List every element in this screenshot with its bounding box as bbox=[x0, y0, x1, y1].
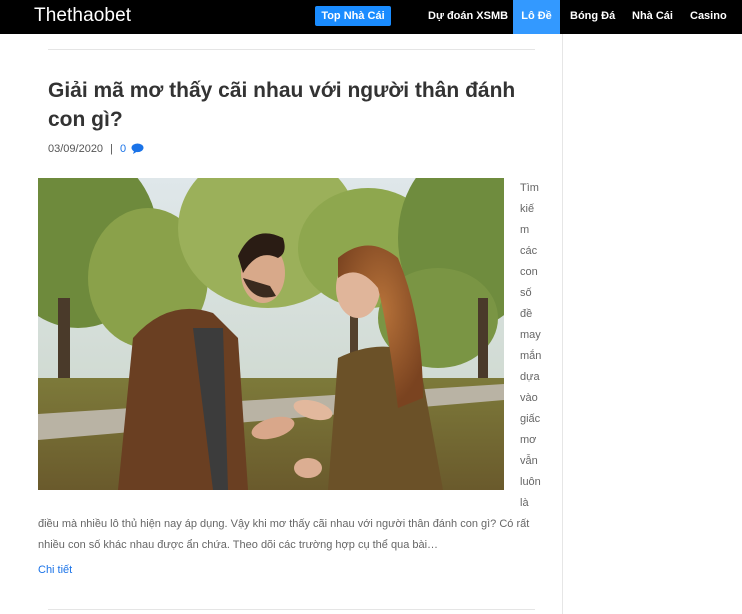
article-divider-top bbox=[48, 49, 535, 50]
article-excerpt: điều mà nhiều lô thủ hiện nay áp dụng. V… bbox=[38, 518, 530, 551]
excerpt-word: dựa bbox=[520, 371, 540, 383]
nav-item-casino[interactable]: Casino bbox=[690, 0, 727, 34]
site-logo[interactable]: Thethaobet bbox=[34, 5, 131, 27]
nav-item-nha-cai[interactable]: Nhà Cái bbox=[632, 0, 673, 34]
comment-count: 0 bbox=[120, 143, 127, 155]
excerpt-word: mơ bbox=[520, 434, 537, 446]
excerpt-word: vào bbox=[520, 392, 538, 404]
excerpt-word: may bbox=[520, 329, 541, 341]
article-meta: 03/09/2020 | 0 bbox=[48, 143, 144, 155]
excerpt-word: số bbox=[520, 287, 532, 299]
excerpt-word: con bbox=[520, 266, 538, 278]
article-divider-bottom bbox=[48, 609, 535, 610]
excerpt-word: các bbox=[520, 245, 538, 257]
excerpt-word: kiế bbox=[520, 203, 535, 215]
excerpt-word: là bbox=[520, 497, 529, 509]
excerpt-word: mắn bbox=[520, 350, 542, 362]
comment-bubble-icon bbox=[131, 143, 144, 154]
meta-separator: | bbox=[110, 143, 113, 155]
excerpt-word: vẫn bbox=[520, 455, 538, 467]
excerpt-word: Tìm bbox=[520, 182, 539, 194]
article-date: 03/09/2020 bbox=[48, 143, 104, 155]
article-title[interactable]: Giải mã mơ thấy cãi nhau với người thân … bbox=[48, 76, 548, 134]
couple-arguing-photo bbox=[38, 178, 504, 490]
excerpt-word: luôn bbox=[520, 476, 541, 488]
comment-link[interactable]: 0 bbox=[120, 143, 144, 155]
nav-item-bong-da[interactable]: Bóng Đá bbox=[570, 0, 615, 34]
nav-item-du-doan-xsmb[interactable]: Dự đoán XSMB bbox=[428, 0, 508, 34]
sidebar-divider bbox=[562, 34, 563, 614]
excerpt-word: đề bbox=[520, 308, 533, 320]
featured-image[interactable] bbox=[38, 178, 504, 490]
excerpt-word: m bbox=[520, 224, 530, 236]
excerpt-wrapped-column: Tìm kiế m các con số đề may mắn dựa vào … bbox=[520, 178, 556, 514]
nav-item-lo-de[interactable]: Lô Đề bbox=[513, 0, 560, 34]
excerpt-word: giấc bbox=[520, 413, 541, 425]
read-more-link[interactable]: Chi tiết bbox=[38, 564, 72, 576]
top-navbar: Thethaobet Top Nhà Cái Dự đoán XSMB Lô Đ… bbox=[0, 0, 742, 34]
top-nha-cai-button[interactable]: Top Nhà Cái bbox=[315, 6, 391, 26]
